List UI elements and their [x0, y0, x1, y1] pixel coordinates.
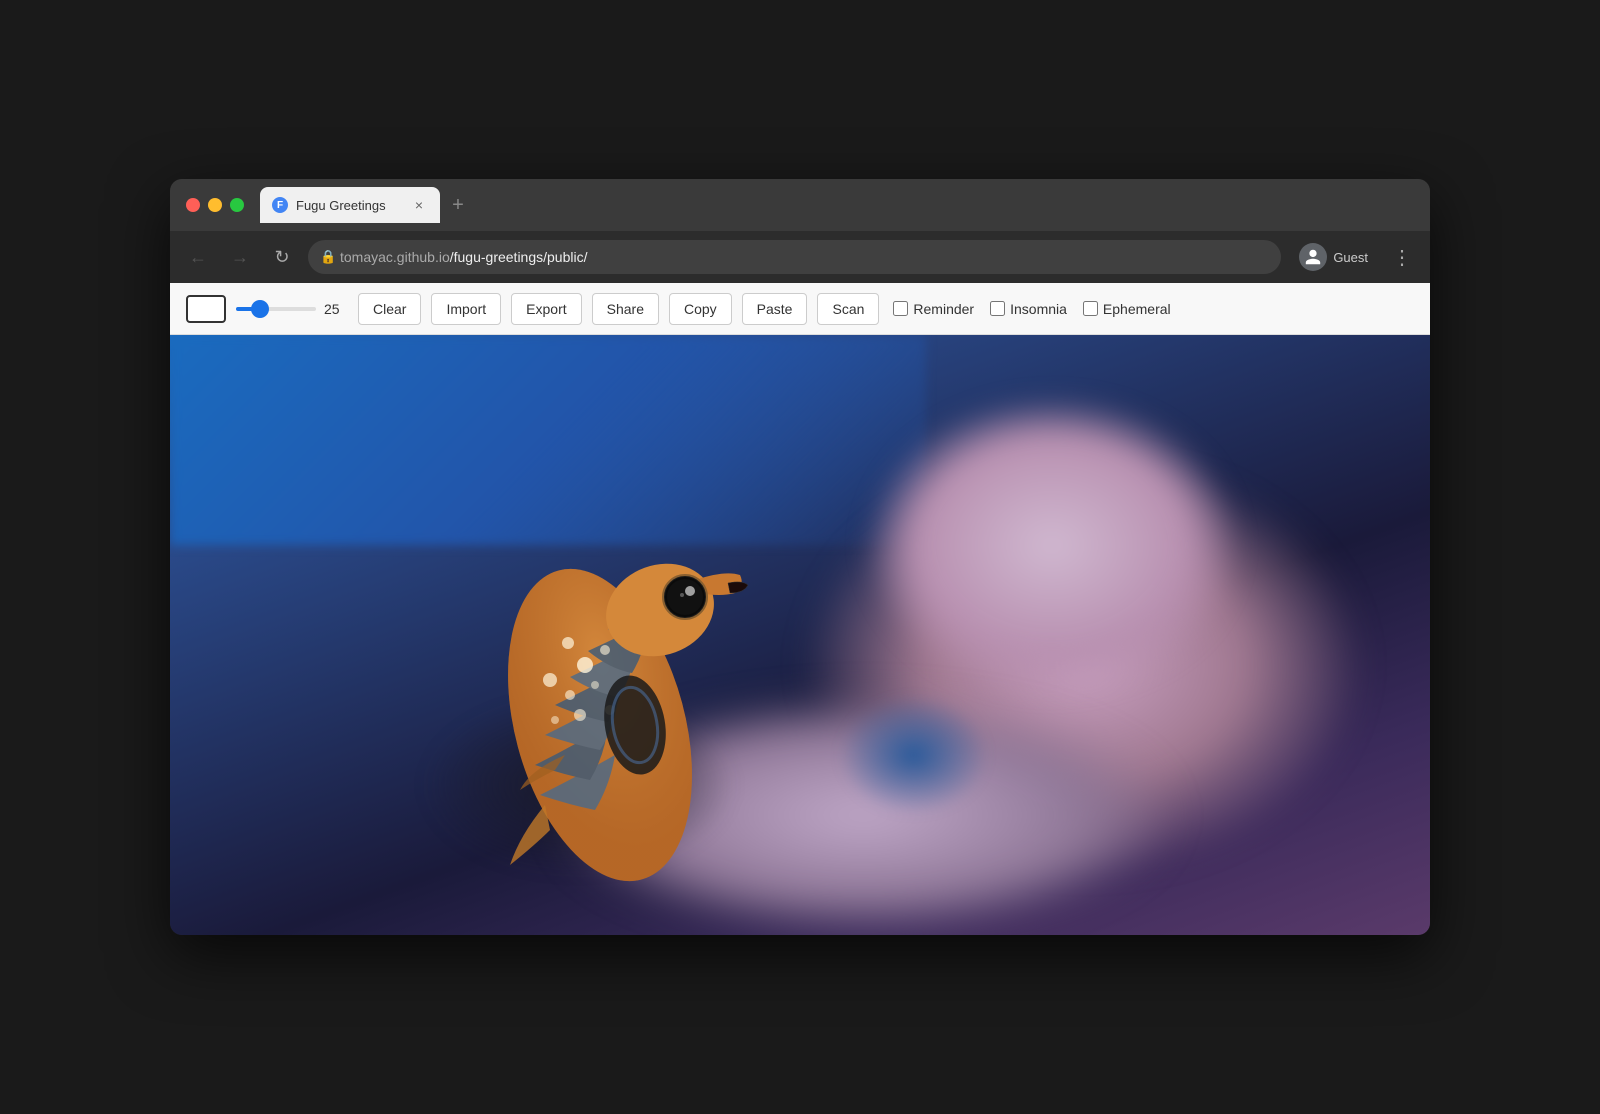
import-button[interactable]: Import	[431, 293, 501, 325]
brush-size-slider[interactable]	[236, 307, 316, 311]
browser-menu-button[interactable]: ⋮	[1386, 241, 1418, 273]
tab-bar: F Fugu Greetings × +	[260, 187, 1414, 223]
reminder-label: Reminder	[913, 301, 974, 317]
clear-button[interactable]: Clear	[358, 293, 421, 325]
canvas-area[interactable]	[170, 335, 1430, 935]
scan-button[interactable]: Scan	[817, 293, 879, 325]
insomnia-checkbox-label[interactable]: Insomnia	[990, 301, 1067, 317]
slider-container: 25	[236, 301, 348, 317]
paste-button[interactable]: Paste	[742, 293, 808, 325]
ephemeral-checkbox[interactable]	[1083, 301, 1098, 316]
title-bar: F Fugu Greetings × +	[170, 179, 1430, 231]
ephemeral-label: Ephemeral	[1103, 301, 1171, 317]
brush-size-value: 25	[324, 301, 348, 317]
forward-button[interactable]: →	[224, 241, 256, 273]
active-tab[interactable]: F Fugu Greetings ×	[260, 187, 440, 223]
close-window-button[interactable]	[186, 198, 200, 212]
profile-icon	[1299, 243, 1327, 271]
url-path: /fugu-greetings/public/	[450, 249, 588, 265]
tab-favicon: F	[272, 197, 288, 213]
fish-svg	[170, 335, 1430, 935]
copy-button[interactable]: Copy	[669, 293, 732, 325]
reminder-checkbox-label[interactable]: Reminder	[893, 301, 974, 317]
url-base: tomayac.github.io	[340, 249, 450, 265]
insomnia-label: Insomnia	[1010, 301, 1067, 317]
address-wrapper: 🔒 tomayac.github.io/fugu-greetings/publi…	[308, 240, 1281, 274]
maximize-window-button[interactable]	[230, 198, 244, 212]
minimize-window-button[interactable]	[208, 198, 222, 212]
address-bar: ← → ↻ 🔒 tomayac.github.io/fugu-greetings…	[170, 231, 1430, 283]
ephemeral-checkbox-label[interactable]: Ephemeral	[1083, 301, 1171, 317]
lock-icon: 🔒	[320, 249, 336, 265]
browser-window: F Fugu Greetings × + ← → ↻ 🔒 tomayac.git…	[170, 179, 1430, 935]
reload-button[interactable]: ↻	[266, 241, 298, 273]
new-tab-button[interactable]: +	[444, 191, 472, 219]
app-toolbar: 25 Clear Import Export Share Copy Paste …	[170, 283, 1430, 335]
checkbox-group: Reminder Insomnia Ephemeral	[893, 301, 1170, 317]
url-display[interactable]: tomayac.github.io/fugu-greetings/public/	[308, 240, 1281, 274]
tab-title: Fugu Greetings	[296, 198, 402, 213]
insomnia-checkbox[interactable]	[990, 301, 1005, 316]
profile-button[interactable]: Guest	[1291, 239, 1376, 275]
fish-scene	[170, 335, 1430, 935]
back-button[interactable]: ←	[182, 241, 214, 273]
tab-close-button[interactable]: ×	[410, 196, 428, 214]
reminder-checkbox[interactable]	[893, 301, 908, 316]
share-button[interactable]: Share	[592, 293, 659, 325]
traffic-lights	[186, 198, 244, 212]
profile-label: Guest	[1333, 250, 1368, 265]
export-button[interactable]: Export	[511, 293, 581, 325]
color-swatch[interactable]	[186, 295, 226, 323]
